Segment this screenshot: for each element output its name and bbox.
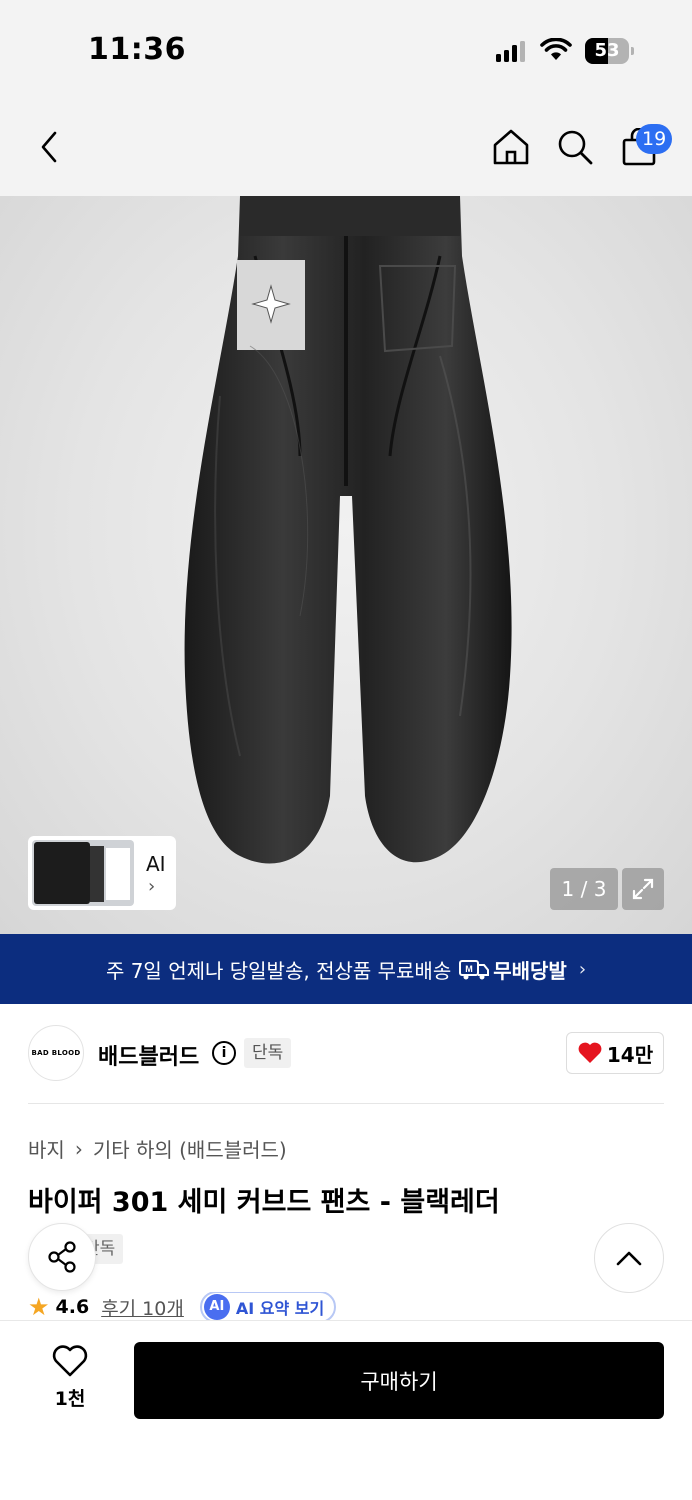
share-icon [48, 1241, 76, 1273]
ai-badge-icon: AI [203, 1294, 230, 1320]
thumbnail-image [32, 840, 134, 906]
battery-tip [631, 47, 634, 55]
brand-like-count: 14만 [606, 1042, 654, 1067]
status-bar: 11:36 53 [0, 0, 692, 100]
expand-icon [632, 878, 654, 900]
battery-icon: 53 [585, 38, 629, 64]
brand-name[interactable]: 배드블러드 [98, 1039, 199, 1071]
brand-like-button[interactable]: 14만 [566, 1032, 664, 1074]
cart-count-badge: 19 [636, 124, 673, 154]
exclusive-badge: 단독 [244, 1038, 292, 1068]
top-nav-bar [0, 100, 692, 196]
chevron-up-icon [616, 1251, 642, 1266]
share-button[interactable] [28, 1223, 96, 1291]
fullscreen-button[interactable] [622, 868, 664, 910]
delivery-truck-icon: M [459, 960, 490, 980]
ai-summary-label: AI 요약 보기 [235, 1299, 325, 1318]
heart-filled-icon [578, 1042, 602, 1063]
banner-text: 주 7일 언제나 당일발송, 전상품 무료배송 [105, 958, 452, 983]
wifi-icon [540, 38, 572, 60]
product-image-leather-pants [184, 196, 512, 864]
buy-button[interactable]: 구매하기 [134, 1342, 664, 1419]
product-title: 바이퍼 301 세미 커브드 팬츠 - 블랙레더 [28, 1187, 500, 1218]
breadcrumb-subcategory[interactable]: 기타 하의 (배드블러드) [93, 1134, 287, 1163]
ai-summary-button[interactable]: AI AI 요약 보기 [199, 1292, 337, 1322]
free-delivery-text: 무배당발 [493, 958, 567, 983]
info-icon[interactable]: i [212, 1041, 236, 1065]
brand-logo[interactable]: BAD BLOOD [28, 1025, 84, 1081]
rating-row: ★ 4.6 후기 10개 AI AI 요약 보기 [28, 1292, 337, 1322]
wishlist-count: 1천 [54, 1388, 86, 1410]
scroll-to-top-button[interactable] [594, 1223, 664, 1293]
cellular-signal-icon [496, 40, 525, 62]
breadcrumb-category[interactable]: 바지 [28, 1134, 65, 1163]
breadcrumb-separator-icon: › [74, 1136, 83, 1161]
thumbnail-chevron-icon: › [148, 876, 156, 897]
brand-logo-text: BAD BLOOD [31, 1049, 81, 1057]
banner-chevron-icon: › [578, 958, 587, 980]
search-button[interactable] [552, 124, 598, 170]
home-button[interactable] [488, 124, 534, 170]
back-button[interactable] [26, 124, 72, 170]
thumbnail-ai-label: AI [146, 852, 166, 876]
breadcrumb: 바지 › 기타 하의 (배드블러드) [28, 1134, 287, 1163]
divider [28, 1103, 664, 1104]
svg-text:M: M [465, 964, 473, 974]
free-delivery-label: M 무배당발 [459, 955, 567, 984]
status-time: 11:36 [88, 32, 186, 67]
chevron-left-icon [41, 131, 57, 163]
product-image-gallery[interactable] [0, 196, 692, 934]
wishlist-button[interactable]: 1천 [40, 1344, 100, 1411]
review-count-link[interactable]: 후기 10개 [101, 1294, 184, 1321]
delivery-banner[interactable]: 주 7일 언제나 당일발송, 전상품 무료배송 M 무배당발 › [0, 934, 692, 1004]
heart-outline-icon [52, 1345, 88, 1377]
rating-score: 4.6 [55, 1296, 90, 1318]
home-icon [493, 129, 529, 165]
battery-level: 53 [594, 40, 620, 61]
search-icon [558, 130, 593, 165]
star-icon: ★ [28, 1293, 50, 1321]
image-pager: 1 / 3 [550, 868, 618, 910]
